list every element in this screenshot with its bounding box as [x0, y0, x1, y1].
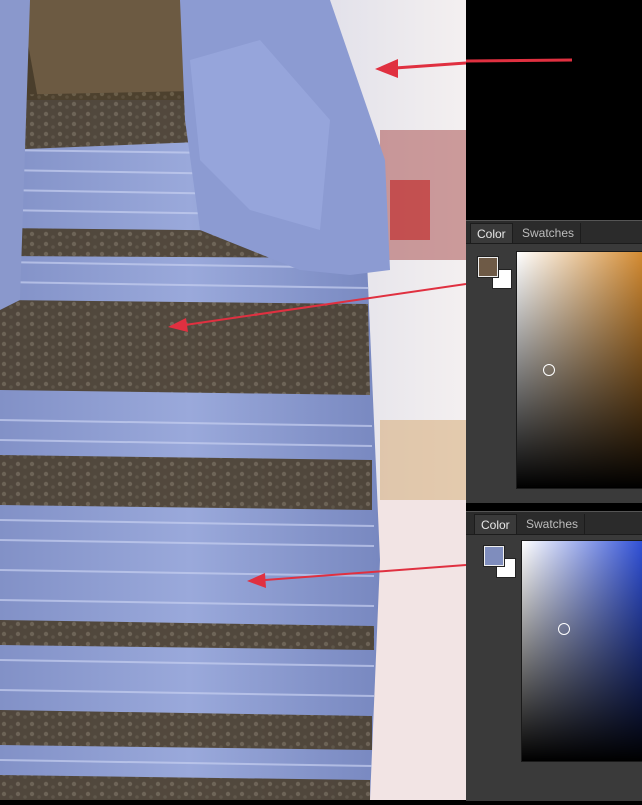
color-panel-top: Color Swatches — [466, 220, 642, 503]
tab-swatches[interactable]: Swatches — [520, 514, 586, 534]
tab-bar: Color Swatches — [466, 221, 642, 244]
tab-swatches[interactable]: Swatches — [516, 223, 582, 243]
dress-photo-image — [0, 0, 466, 800]
foreground-color-swatch[interactable] — [477, 256, 499, 278]
foreground-color-swatch[interactable] — [483, 545, 505, 567]
color-field[interactable] — [521, 540, 642, 762]
color-field[interactable] — [516, 251, 642, 489]
dress-photo — [0, 0, 466, 800]
tab-color[interactable]: Color — [470, 223, 513, 243]
tab-bar: Color Swatches — [466, 512, 642, 535]
color-picker-cursor[interactable] — [542, 364, 555, 376]
color-panel-bottom: Color Swatches — [466, 511, 642, 801]
tab-color[interactable]: Color — [474, 514, 517, 534]
color-picker-cursor[interactable] — [558, 623, 571, 635]
